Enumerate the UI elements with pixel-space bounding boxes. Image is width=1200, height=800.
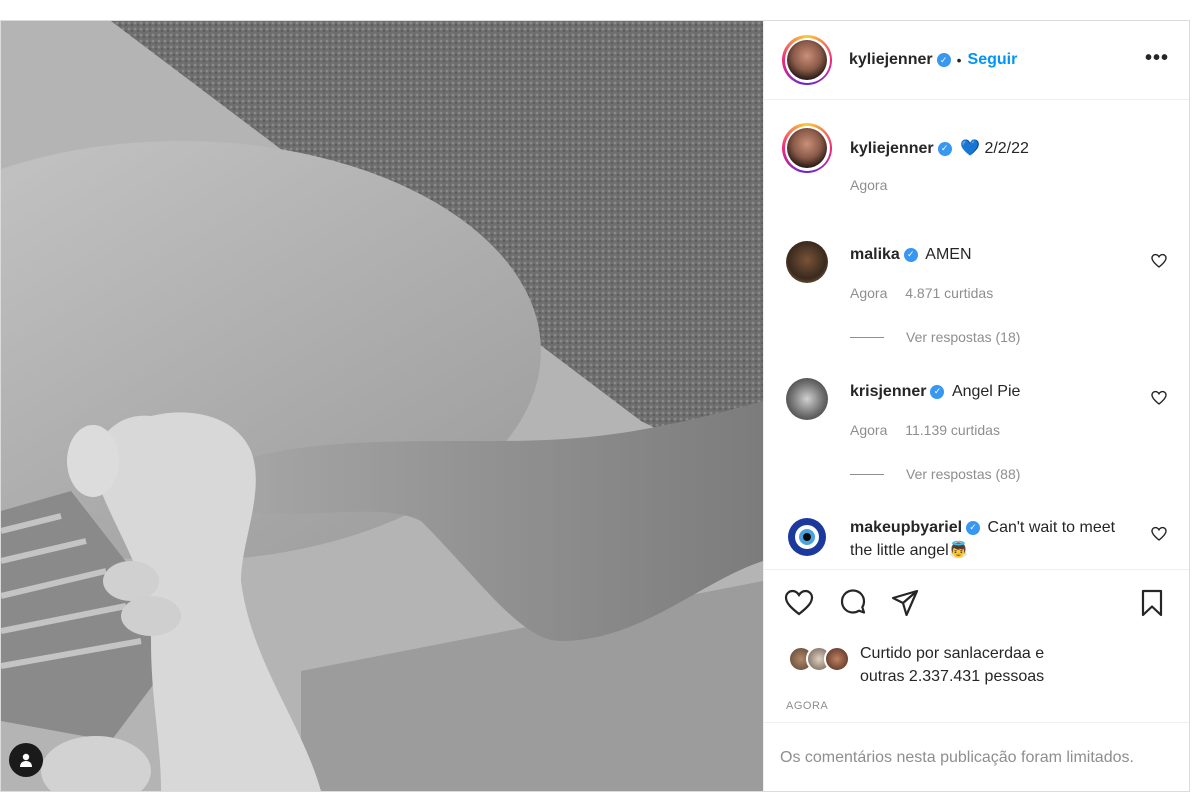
comment-likes[interactable]: 4.871 curtidas (905, 285, 993, 301)
caption-time: Agora (850, 177, 888, 193)
author-avatar[interactable] (782, 35, 832, 85)
view-replies-button[interactable]: Ver respostas (18) (850, 329, 1020, 345)
share-icon[interactable] (890, 588, 920, 618)
view-replies-button[interactable]: Ver respostas (88) (850, 466, 1020, 482)
verified-icon: ✓ (966, 520, 981, 535)
user-tag-button[interactable] (9, 743, 43, 777)
liked-by-user[interactable]: sanlacerdaa (944, 645, 1031, 662)
follow-button[interactable]: Seguir (968, 51, 1018, 69)
separator: • (956, 52, 962, 68)
post-actions: Curtido por sanlacerdaa e outras 2.337.4… (764, 569, 1189, 791)
liker-avatars[interactable] (788, 646, 854, 672)
commenter-avatar[interactable] (786, 516, 828, 558)
comments-limited-notice: Os comentários nesta publicação foram li… (764, 722, 1189, 792)
evil-eye-icon (788, 518, 826, 556)
instagram-post: kyliejenner ✓ • Seguir ••• kyliejenner ✓ … (0, 20, 1190, 792)
comment-text: AMEN (925, 246, 972, 263)
verified-icon: ✓ (937, 141, 952, 156)
comment-time: Agora (850, 422, 888, 438)
caption-text: 2/2/22 (984, 140, 1029, 157)
liked-by-prefix: Curtido por (860, 645, 940, 662)
liked-by-count[interactable]: outras 2.337.431 pessoas (860, 668, 1044, 685)
verified-icon: ✓ (930, 384, 945, 399)
comment-likes[interactable]: 11.139 curtidas (905, 422, 1000, 438)
view-replies-label: Ver respostas (18) (906, 329, 1021, 345)
post-header: kyliejenner ✓ • Seguir ••• (764, 21, 1189, 100)
more-icon[interactable]: ••• (1145, 47, 1169, 70)
comment-text: Angel Pie (951, 383, 1021, 400)
caption-emoji: 💙 (960, 140, 980, 157)
bookmark-icon[interactable] (1137, 588, 1167, 618)
post-photo[interactable] (1, 21, 763, 791)
comment-username[interactable]: malika (850, 246, 900, 263)
like-heart-icon[interactable] (784, 588, 814, 618)
user-tag-icon (20, 753, 32, 767)
author-username[interactable]: kyliejenner (849, 51, 933, 69)
liked-by-connector: e (1035, 645, 1045, 662)
comments-list[interactable]: kyliejenner ✓ 💙 2/2/22 Agora malika ✓ AMEN (764, 101, 1189, 569)
post-timestamp[interactable]: AGORA (786, 700, 828, 712)
comment-username[interactable]: krisjenner (850, 383, 926, 400)
post-sidebar: kyliejenner ✓ • Seguir ••• kyliejenner ✓ … (763, 21, 1189, 791)
commenter-avatar[interactable] (786, 378, 828, 420)
liked-by-text: Curtido por sanlacerdaa e outras 2.337.4… (860, 642, 1044, 688)
heart-icon[interactable] (1151, 526, 1167, 542)
comment-icon[interactable] (838, 588, 868, 618)
comment-username[interactable]: makeupbyariel (850, 519, 962, 536)
heart-icon[interactable] (1151, 390, 1167, 406)
baby-hands-photo (1, 21, 763, 791)
verified-icon: ✓ (936, 53, 951, 67)
verified-icon: ✓ (903, 247, 918, 262)
caption-avatar[interactable] (782, 123, 832, 173)
caption-username[interactable]: kyliejenner (850, 140, 934, 157)
view-replies-label: Ver respostas (88) (906, 466, 1021, 482)
commenter-avatar[interactable] (786, 241, 828, 283)
heart-icon[interactable] (1151, 253, 1167, 269)
comment-time: Agora (850, 285, 888, 301)
